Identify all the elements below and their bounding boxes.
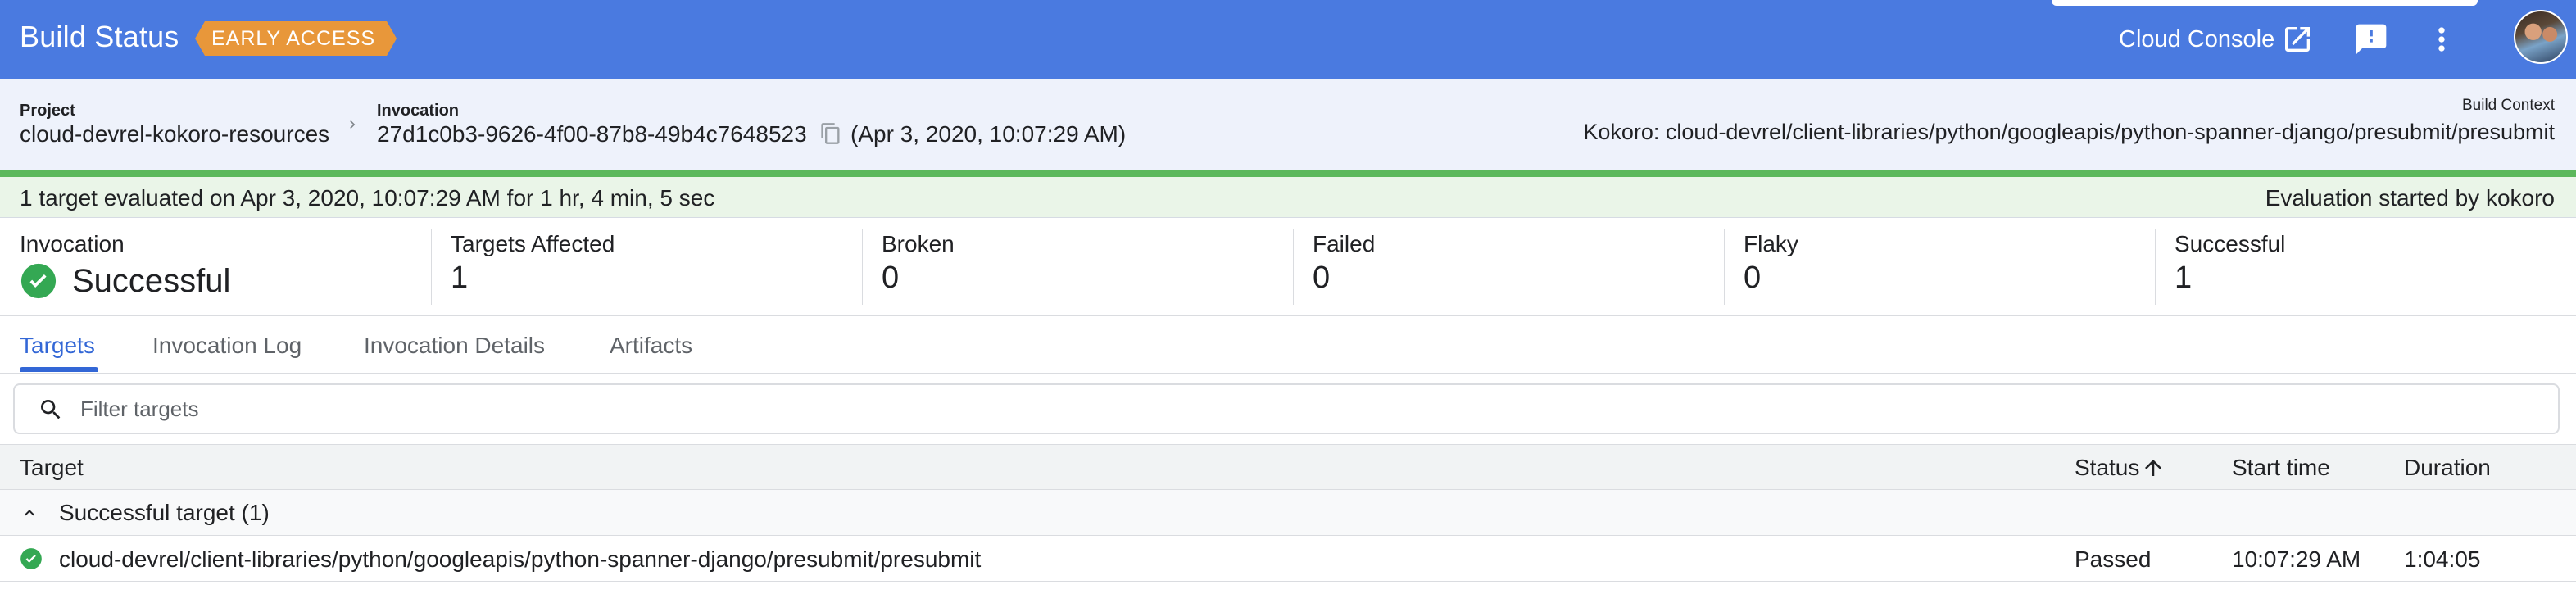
target-status: Passed (2075, 546, 2152, 572)
table-row[interactable]: cloud-devrel/client-libraries/python/goo… (0, 536, 2576, 582)
arrow-upward-icon (2145, 460, 2162, 476)
table-header: Target Status Start time Duration (0, 444, 2576, 490)
app-bar: Build Status EARLY ACCESS Cloud Console (0, 0, 2576, 79)
targets-affected-card: Targets Affected 1 (431, 218, 862, 316)
more-vert-icon[interactable] (2424, 21, 2460, 57)
tab-targets[interactable]: Targets (20, 333, 95, 359)
target-name[interactable]: cloud-devrel/client-libraries/python/goo… (59, 546, 981, 573)
failed-card: Failed 0 (1293, 218, 1724, 316)
check-circle-icon (20, 548, 42, 569)
invocation-status: Successful (20, 262, 230, 300)
card-value: 1 (451, 261, 469, 295)
column-header-status[interactable]: Status (2075, 455, 2166, 481)
invocation-status-text: Successful (72, 262, 231, 299)
card-divider (1293, 229, 1294, 305)
tab-bar: Targets Invocation Log Invocation Detail… (0, 316, 2576, 374)
column-header-start-time[interactable]: Start time (2232, 455, 2330, 481)
status-indicator-line (0, 170, 2576, 177)
app-title[interactable]: Build Status (20, 20, 179, 54)
early-access-badge: EARLY ACCESS (195, 21, 397, 56)
invocation-card: Invocation Successful (0, 218, 423, 316)
card-label: Successful (2175, 231, 2286, 256)
card-label: Broken (882, 231, 955, 256)
broken-card: Broken 0 (862, 218, 1293, 316)
top-strip (2052, 0, 2478, 6)
group-label: Successful target (1) (59, 500, 270, 525)
card-value: 0 (1744, 261, 1762, 295)
tab-invocation-log[interactable]: Invocation Log (152, 333, 302, 359)
invocation-card-label: Invocation (20, 231, 125, 256)
column-header-duration[interactable]: Duration (2404, 455, 2491, 481)
evaluation-summary: 1 target evaluated on Apr 3, 2020, 10:07… (20, 185, 715, 211)
invocation-label: Invocation (377, 102, 460, 120)
card-divider (2155, 229, 2156, 305)
target-duration: 1:04:05 (2404, 546, 2481, 572)
open-in-new-icon (2285, 27, 2311, 52)
card-label: Failed (1313, 231, 1376, 256)
card-divider (1724, 229, 1725, 305)
chevron-right-icon (350, 120, 356, 129)
card-label: Flaky (1744, 231, 1798, 256)
successful-card: Successful 1 (2155, 218, 2576, 316)
tab-artifacts[interactable]: Artifacts (610, 333, 692, 359)
evaluation-started-by: Evaluation started by kokoro (2265, 185, 2555, 211)
search-icon (41, 400, 61, 419)
column-header-target[interactable]: Target (20, 455, 84, 481)
active-tab-indicator (20, 367, 98, 372)
column-header-status-label: Status (2075, 455, 2140, 480)
chevron-up-icon (25, 510, 34, 516)
card-value: 0 (882, 261, 900, 295)
tab-invocation-details[interactable]: Invocation Details (364, 333, 545, 359)
flaky-card: Flaky 0 (1724, 218, 2155, 316)
build-context-label: Build Context (2461, 97, 2555, 114)
card-value: 1 (2175, 261, 2193, 295)
avatar[interactable] (2514, 10, 2568, 64)
build-context-value: Kokoro: cloud-devrel/client-libraries/py… (1583, 120, 2555, 144)
card-divider (862, 229, 863, 305)
check-circle-icon (20, 263, 57, 299)
card-value: 0 (1313, 261, 1331, 295)
filter-box (13, 383, 2560, 434)
invocation-id: 27d1c0b3-9626-4f00-87b8-49b4c7648523 (377, 121, 807, 147)
project-value[interactable]: cloud-devrel-kokoro-resources (20, 121, 329, 147)
cloud-console-label: Cloud Console (2119, 25, 2275, 52)
card-label: Targets Affected (451, 231, 615, 256)
target-start-time: 10:07:29 AM (2232, 546, 2361, 572)
cloud-console-link[interactable]: Cloud Console (2119, 18, 2314, 61)
invocation-time: (Apr 3, 2020, 10:07:29 AM) (850, 121, 1127, 147)
summary-cards: Invocation Successful Targets Affected 1… (0, 218, 2576, 316)
project-label: Project (20, 102, 75, 120)
successful-target-group[interactable]: Successful target (1) (0, 490, 2576, 536)
filter-targets-input[interactable] (80, 393, 2538, 424)
copy-icon[interactable] (819, 121, 842, 146)
card-divider (431, 229, 432, 305)
feedback-icon[interactable] (2353, 21, 2389, 57)
evaluation-bar: 1 target evaluated on Apr 3, 2020, 10:07… (0, 177, 2576, 218)
